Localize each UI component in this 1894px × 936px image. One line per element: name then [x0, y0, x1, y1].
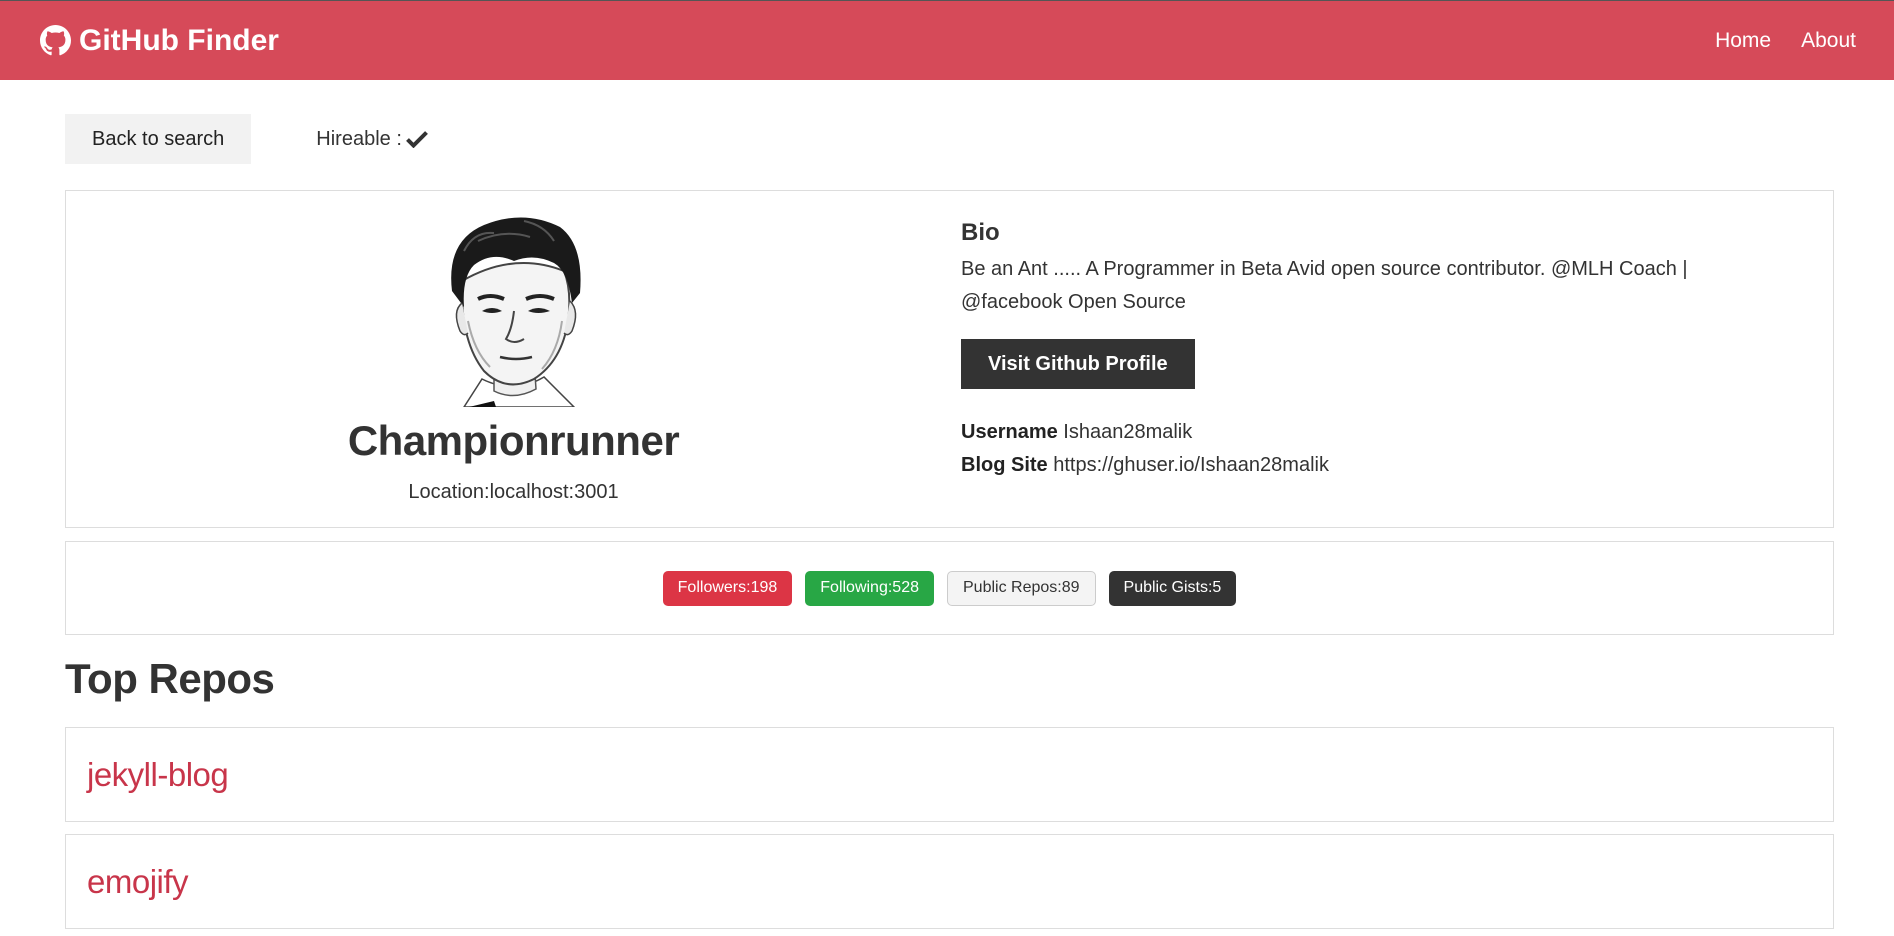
back-to-search-button[interactable]: Back to search	[65, 114, 252, 164]
hireable-status: Hireable :	[316, 128, 428, 151]
nav-about-link[interactable]: About	[1801, 29, 1856, 53]
top-repos-heading: Top Repos	[65, 655, 275, 702]
bio-text: Be an Ant ..... A Programmer in Beta Avi…	[961, 258, 1688, 313]
avatar	[450, 217, 581, 407]
repo-item: emojify	[65, 834, 1834, 929]
repo-item: jekyll-blog	[65, 727, 1834, 822]
username-value: Ishaan28malik	[1063, 421, 1193, 443]
action-row: Back to search Hireable :	[65, 114, 1834, 164]
stats-card: Followers:198 Following:528 Public Repos…	[65, 541, 1834, 635]
public-repos-badge: Public Repos:89	[947, 570, 1096, 606]
brand-link[interactable]: GitHub Finder	[40, 24, 279, 58]
nav-home-link[interactable]: Home	[1715, 29, 1771, 53]
navbar: GitHub Finder Home About	[0, 0, 1894, 80]
profile-details: Bio Be an Ant ..... A Programmer in Beta…	[961, 191, 1833, 527]
hireable-label: Hireable :	[316, 127, 402, 150]
visit-github-profile-button[interactable]: Visit Github Profile	[961, 339, 1195, 389]
profile-summary: Championrunner Location:localhost:3001	[66, 191, 961, 527]
check-icon	[405, 131, 428, 148]
repo-link[interactable]: jekyll-blog	[87, 756, 229, 794]
followers-badge: Followers:198	[662, 570, 793, 606]
repo-link[interactable]: emojify	[87, 863, 189, 901]
profile-card: Championrunner Location:localhost:3001 B…	[65, 190, 1834, 528]
blog-row: Blog Site https://ghuser.io/Ishaan28mali…	[961, 449, 1833, 482]
brand-title: GitHub Finder	[79, 23, 279, 57]
bio-title: Bio	[961, 219, 1000, 246]
profile-location: Location:localhost:3001	[408, 481, 619, 503]
profile-name: Championrunner	[347, 417, 680, 464]
github-icon	[40, 25, 71, 56]
username-row: Username Ishaan28malik	[961, 416, 1833, 449]
profile-meta: Username Ishaan28malik Blog Site https:/…	[961, 416, 1833, 482]
blog-label: Blog Site	[961, 454, 1048, 476]
nav-links: Home About	[1715, 29, 1856, 53]
username-label: Username	[961, 421, 1058, 443]
public-gists-badge: Public Gists:5	[1108, 570, 1237, 606]
blog-value: https://ghuser.io/Ishaan28malik	[1053, 454, 1329, 476]
following-badge: Following:528	[805, 570, 934, 606]
